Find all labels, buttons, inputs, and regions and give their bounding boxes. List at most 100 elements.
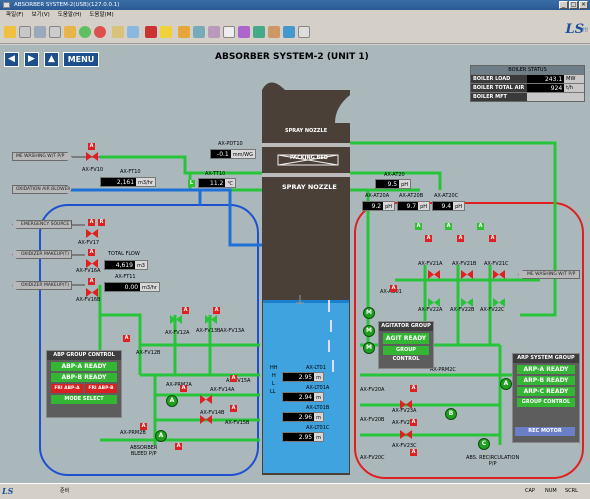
oxidizer-feed-1: OXIDIZER MAKEUP(T) [12, 250, 72, 259]
toolbar-graph-icon[interactable] [253, 26, 265, 38]
status-bar: LS 준비 CAP NUM SCRL [0, 483, 590, 498]
toolbar-alarm-icon[interactable] [145, 26, 157, 38]
fv23c-valve-icon[interactable] [400, 430, 412, 439]
status-square: L [188, 180, 195, 187]
abp-b-ready-button[interactable]: ABP-B READY [51, 373, 117, 382]
fv21a-label: AX-FV21A [418, 261, 443, 267]
toolbar-user-icon[interactable] [268, 26, 280, 38]
oxidation-air-feed: OXIDATION AIR BLOWER [12, 185, 72, 194]
alarm-square: A [457, 235, 464, 242]
lt01b-readout: 2.96 m [282, 412, 324, 422]
menu-button[interactable]: MENU [63, 52, 99, 67]
fv13b-valve-icon[interactable] [205, 315, 217, 324]
fv21c-valve-icon[interactable] [493, 270, 505, 279]
toolbar-open-icon[interactable] [4, 26, 16, 38]
fv10-valve-icon[interactable] [86, 152, 98, 161]
abs-pump[interactable]: B [445, 408, 457, 420]
menu-file[interactable]: 파일(F) [6, 10, 24, 20]
at20c-readout: 9.4 pH [432, 201, 465, 211]
fv21a-valve-icon[interactable] [428, 270, 440, 279]
menu-bar: 파일(F) 보기(V) 도움말(H) 도움말(M) [0, 10, 590, 20]
rec-motor-button[interactable]: REC MOTOR [515, 427, 575, 436]
status-caps: CAP [525, 488, 535, 494]
fri-abp-a-button[interactable]: FRI ABP-A [51, 384, 83, 393]
fv21b-valve-icon[interactable] [461, 270, 473, 279]
menu-help1[interactable]: 도움말(H) [58, 10, 82, 20]
close-button[interactable]: × [579, 1, 588, 9]
ft10-readout: 2,161 m3/hr [100, 177, 156, 187]
fv20c-label: AX-FV20C [360, 455, 385, 461]
toolbar-report-icon[interactable] [208, 26, 220, 38]
fv22c-label: AX-FV22C [480, 307, 505, 313]
fv13a-label: AX-FV13A [220, 328, 245, 334]
arp-a-ready-button[interactable]: ARP-A READY [517, 365, 575, 374]
at20a-tag: AX-AT20A [365, 193, 390, 199]
toolbar-tag-icon[interactable] [238, 26, 250, 38]
nav-forward-button[interactable]: ▶ [24, 52, 39, 67]
fv23a-valve-icon[interactable] [400, 400, 412, 409]
toolbar-window-icon[interactable] [127, 26, 139, 38]
ft10-tag: AX-FT10 [120, 169, 141, 175]
fv22a-valve-icon[interactable] [428, 298, 440, 307]
alarm-square: A [390, 285, 397, 292]
toolbar-bell-icon[interactable] [178, 26, 190, 38]
alarm-square: A [425, 235, 432, 242]
lt01a-readout: 2.94 m [282, 392, 324, 402]
agitator-pump[interactable]: M [363, 325, 375, 337]
agitator-pump[interactable]: M [363, 307, 375, 319]
toolbar-back-icon[interactable] [79, 26, 91, 38]
toolbar-stop-icon[interactable] [94, 26, 106, 38]
toolbar-trend-icon[interactable] [193, 26, 205, 38]
fv16a-valve-icon[interactable] [86, 259, 98, 268]
abs-pump[interactable]: C [478, 438, 490, 450]
me-washing-feed: ME WASHING W/T P/P [12, 152, 72, 161]
emergency-feed: EMERGENCY SOURCE TK [12, 220, 72, 229]
window-title-bar: ABSORBER SYSTEM-2(USB)(127.0.0.1) _ □ × [0, 0, 590, 10]
ft11-readout: 0.00 m3/hr [104, 282, 160, 292]
fv17-valve-icon[interactable] [86, 229, 98, 238]
abs-pump[interactable]: A [500, 378, 512, 390]
tower-top [262, 82, 285, 90]
fri-abp-b-button[interactable]: FRI ABP-B [85, 384, 117, 393]
fv22b-valve-icon[interactable] [461, 298, 473, 307]
toolbar-copy-icon[interactable] [49, 26, 61, 38]
mode-select-button[interactable]: MODE SELECT [51, 395, 117, 404]
fv14b-valve-icon[interactable] [200, 415, 212, 424]
fv22c-valve-icon[interactable] [493, 298, 505, 307]
fv16b-valve-icon[interactable] [86, 288, 98, 297]
boiler-status-header: BOILER STATUS [471, 66, 584, 74]
hmi-canvas: ◀ ▶ ▲ MENU ABSORBER SYSTEM-2 (UNIT 1) BO… [0, 45, 590, 483]
at20a-readout: 9.2 pH [362, 201, 395, 211]
arp-group-control-button[interactable]: GROUP CONTROL [517, 398, 575, 407]
recirculation-pump[interactable]: A [166, 395, 178, 407]
alarm-square: A [180, 385, 187, 392]
toolbar-cut-icon[interactable] [64, 26, 76, 38]
agitator-group-header: AGITATOR GROUP [379, 322, 433, 331]
nav-up-button[interactable]: ▲ [44, 52, 59, 67]
menu-view[interactable]: 보기(V) [32, 10, 50, 20]
toolbar-star-icon[interactable] [160, 26, 172, 38]
alarm-square: A [230, 375, 237, 382]
fv14a-valve-icon[interactable] [200, 395, 212, 404]
spray-nozzle-label: SPRAY NOZZLE [282, 183, 337, 191]
menu-help2[interactable]: 도움말(M) [89, 10, 113, 20]
abp-a-ready-button[interactable]: ABP-A READY [51, 362, 117, 371]
arp-b-ready-button[interactable]: ARP-B READY [517, 376, 575, 385]
toolbar-help-icon[interactable] [283, 26, 295, 38]
toolbar-folder-icon[interactable] [112, 26, 124, 38]
toolbar-save-icon[interactable] [19, 26, 31, 38]
agitator-pump[interactable]: M [363, 342, 375, 354]
agitator-group-control-button[interactable]: GROUP CONTROL [383, 346, 429, 362]
nav-back-button[interactable]: ◀ [4, 52, 19, 67]
toolbar-note-icon[interactable] [223, 26, 235, 38]
maximize-button[interactable]: □ [569, 1, 578, 9]
minimize-button[interactable]: _ [559, 1, 568, 9]
toolbar-exit-icon[interactable] [298, 26, 310, 38]
level-l: L [272, 381, 275, 387]
bleed-pump[interactable]: A [155, 430, 167, 442]
toolbar [0, 20, 590, 44]
agit-ready-button[interactable]: AGIT READY [383, 333, 429, 344]
arp-c-ready-button[interactable]: ARP-C READY [517, 387, 575, 396]
toolbar-print-icon[interactable] [34, 26, 46, 38]
fv12a-valve-icon[interactable] [170, 315, 182, 324]
